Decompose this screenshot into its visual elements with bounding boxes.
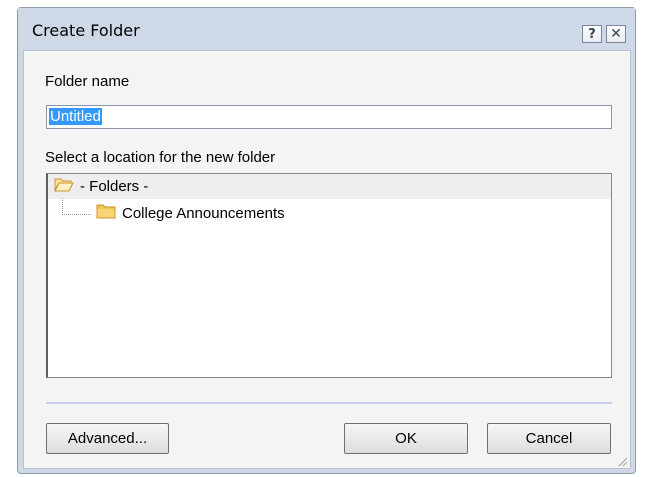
separator — [46, 402, 612, 404]
help-icon: ? — [588, 26, 596, 42]
tree-item-college-announcements[interactable]: College Announcements — [48, 201, 611, 226]
folder-name-value: Untitled — [49, 108, 102, 125]
advanced-button[interactable]: Advanced... — [46, 423, 169, 454]
tree-root-label: - Folders - — [80, 178, 149, 195]
tree-root-folders[interactable]: - Folders - — [48, 174, 611, 199]
close-button[interactable]: ✕ — [606, 25, 626, 43]
folder-icon — [96, 204, 116, 223]
folder-tree[interactable]: - Folders - College Announcements — [46, 173, 612, 378]
help-button[interactable]: ? — [582, 25, 602, 43]
dialog-body: Folder name Untitled Select a location f… — [23, 50, 631, 469]
folder-name-label: Folder name — [45, 73, 130, 90]
folder-name-input[interactable]: Untitled — [46, 105, 612, 129]
dialog-title: Create Folder — [32, 21, 140, 40]
open-folder-icon — [54, 177, 74, 196]
close-icon: ✕ — [610, 26, 622, 42]
resize-grip-icon[interactable] — [616, 454, 628, 467]
cancel-button[interactable]: Cancel — [487, 423, 611, 454]
create-folder-dialog: Create Folder ? ✕ Folder name Untitled S… — [17, 7, 636, 474]
tree-item-label: College Announcements — [122, 205, 285, 222]
location-label: Select a location for the new folder — [45, 149, 276, 166]
title-bar[interactable]: Create Folder ? ✕ — [18, 8, 635, 50]
ok-button[interactable]: OK — [344, 423, 468, 454]
